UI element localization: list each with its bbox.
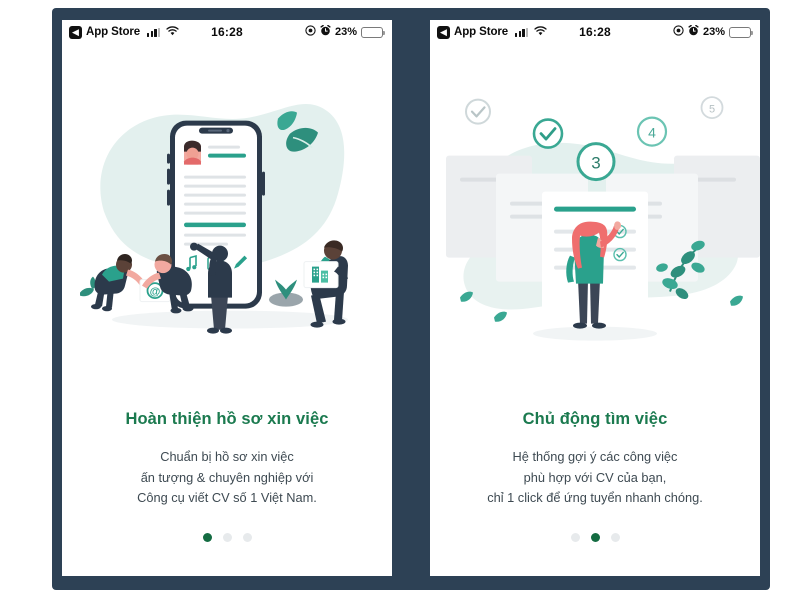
cv-builder-illustration: @ [62, 44, 392, 409]
page-dot-3[interactable] [242, 533, 252, 542]
signal-bars-icon [515, 27, 529, 37]
slide-copy: Chủ động tìm việc Hệ thống gợi ý các côn… [430, 409, 760, 509]
body-line-1: Chuẩn bị hồ sơ xin việc [160, 448, 294, 464]
person-carrying-envelope-left [91, 253, 145, 312]
status-bar-back-label[interactable]: App Store [86, 26, 140, 38]
onboarding-screen-1: ◀ App Store 16:28 23% @ Hoàn thiện hồ sơ… [62, 20, 392, 576]
page-dot-3[interactable] [610, 533, 620, 542]
body-line-3: Công cụ viết CV số 1 Việt Nam. [137, 490, 317, 506]
status-bar-left: ◀ App Store [437, 25, 547, 39]
body-line-2: ấn tượng & chuyên nghiệp với [140, 469, 314, 485]
svg-text:3: 3 [591, 154, 600, 173]
page-dot-1[interactable] [570, 533, 580, 542]
page-dot-2[interactable] [222, 533, 232, 542]
back-chevron-icon[interactable]: ◀ [437, 25, 450, 39]
signal-bars-icon [147, 27, 161, 37]
step-badge-5-muted: 5 [700, 96, 724, 120]
status-bar-right: 23% [673, 24, 754, 39]
status-bar-right: 23% [305, 24, 386, 39]
body-line-3: chỉ 1 click để ứng tuyển nhanh chóng. [487, 490, 703, 506]
body-line-1: Hệ thống gợi ý các công việc [512, 448, 678, 464]
status-bar: ◀ App Store 16:28 23% [62, 20, 392, 44]
alarm-icon [688, 24, 699, 39]
alarm-icon [320, 24, 331, 39]
job-matching-illustration: 3 4 5 [430, 44, 760, 409]
status-bar-back-label[interactable]: App Store [454, 26, 508, 38]
wifi-icon [534, 25, 547, 39]
body-line-2: phù hợp với CV của bạn, [523, 469, 667, 485]
onboarding-screen-2: ◀ App Store 16:28 23% 3 4 5 Chủ động tìm… [430, 20, 760, 576]
battery-percent-label: 23% [334, 26, 357, 38]
page-dot-1[interactable] [202, 533, 212, 542]
step-badge-check-done [532, 118, 564, 149]
step-badge-check-muted [465, 98, 491, 125]
step-badge-4-upcoming: 4 [636, 116, 668, 147]
status-bar-left: ◀ App Store [69, 25, 179, 39]
battery-icon [729, 26, 754, 38]
device-frame: ◀ App Store 16:28 23% @ Hoàn thiện hồ sơ… [52, 8, 770, 590]
back-chevron-icon[interactable]: ◀ [69, 25, 82, 39]
svg-text:4: 4 [648, 125, 656, 141]
slide-copy: Hoàn thiện hồ sơ xin việc Chuẩn bị hồ sơ… [62, 409, 392, 509]
wifi-icon [166, 25, 179, 39]
page-title: Hoàn thiện hồ sơ xin việc [125, 410, 329, 429]
status-bar: ◀ App Store 16:28 23% [430, 20, 760, 44]
page-title: Chủ động tìm việc [522, 410, 668, 429]
battery-icon [361, 26, 386, 38]
page-indicator [430, 533, 760, 576]
step-badge-3-current: 3 [576, 142, 616, 182]
svg-text:5: 5 [709, 104, 715, 116]
page-indicator [62, 533, 392, 576]
battery-percent-label: 23% [702, 26, 725, 38]
page-dot-2[interactable] [590, 533, 600, 542]
location-icon [673, 25, 684, 39]
location-icon [305, 25, 316, 39]
svg-text:@: @ [150, 286, 161, 298]
